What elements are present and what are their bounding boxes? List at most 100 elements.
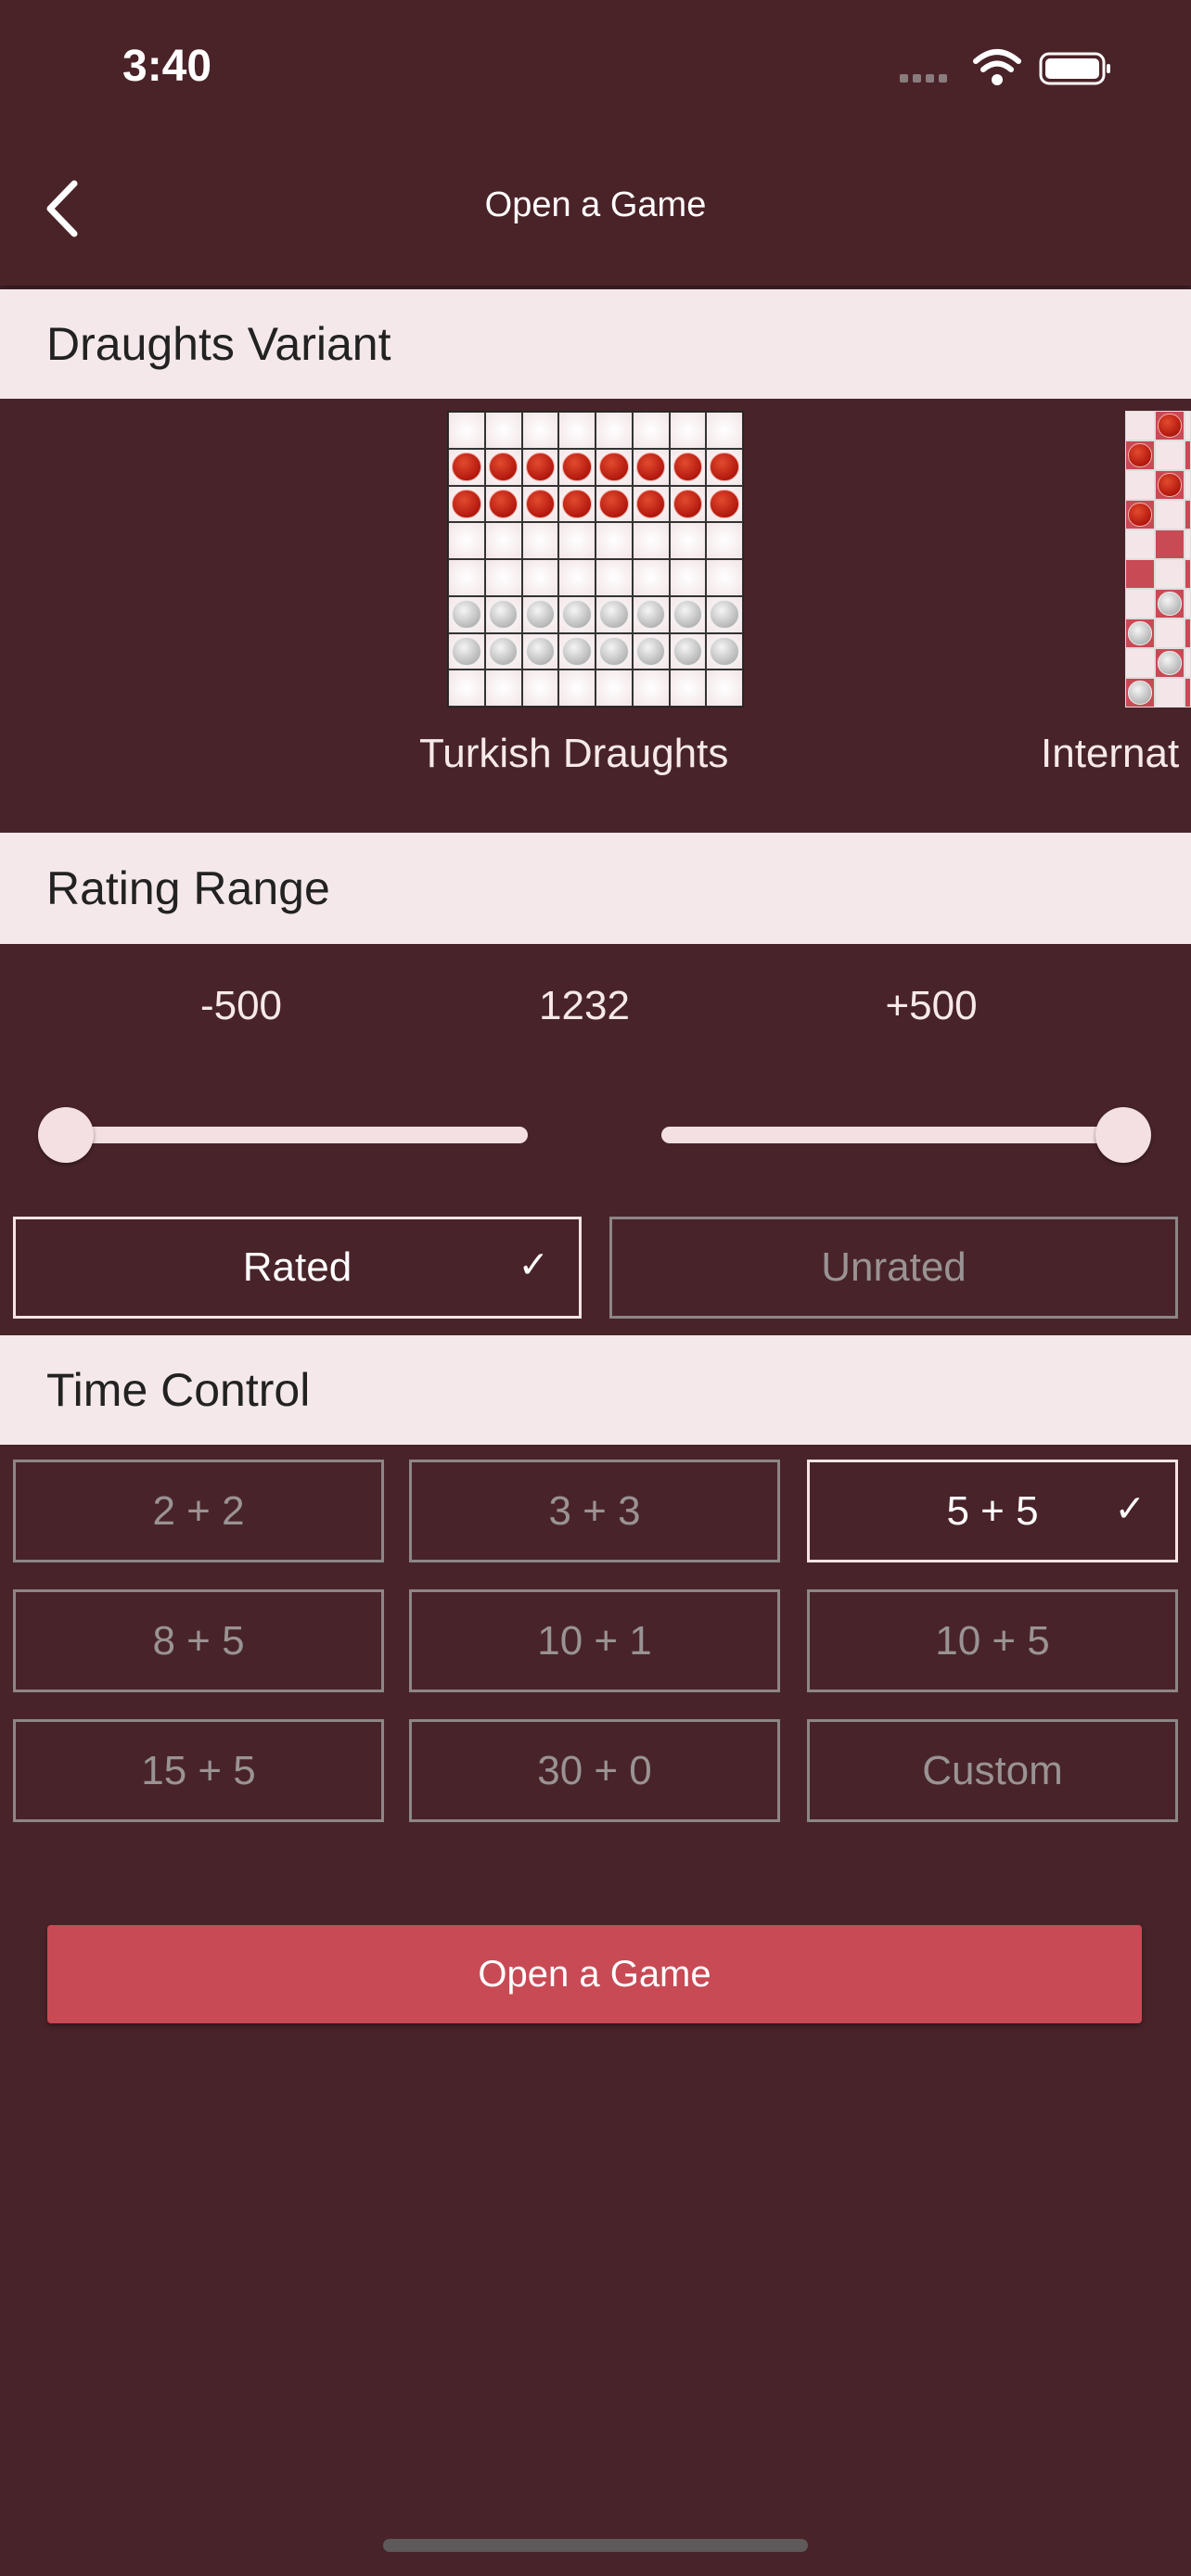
red-piece — [452, 452, 481, 482]
time-option-label: 3 + 3 — [548, 1487, 641, 1534]
white-piece — [562, 636, 592, 667]
time-option[interactable]: 10 + 1 — [409, 1589, 780, 1692]
board-square — [596, 485, 633, 523]
white-piece — [710, 599, 739, 630]
rating-min-label: -500 — [199, 983, 283, 1028]
check-icon: ✓ — [518, 1244, 549, 1286]
board-square — [484, 670, 522, 707]
board-square — [484, 632, 522, 670]
board-square — [1185, 500, 1191, 529]
board-square — [448, 448, 485, 486]
time-option[interactable]: 3 + 3 — [409, 1460, 780, 1562]
board-square — [1125, 648, 1155, 678]
time-option-label: 15 + 5 — [141, 1747, 256, 1793]
board-square — [558, 595, 596, 633]
international-draughts-board[interactable] — [1125, 411, 1191, 708]
home-indicator[interactable] — [383, 2539, 808, 2552]
board-square — [448, 595, 485, 633]
min-rating-slider-track[interactable] — [66, 1127, 528, 1143]
board-square — [1125, 470, 1155, 500]
board-square — [484, 595, 522, 633]
board-square — [706, 448, 743, 486]
section-header-rating: Rating Range — [0, 833, 1191, 944]
board-square — [1185, 529, 1191, 559]
white-piece — [1128, 681, 1152, 705]
board-square — [596, 595, 633, 633]
board-square — [1185, 678, 1191, 708]
red-piece — [488, 452, 519, 482]
board-square — [558, 559, 596, 596]
time-option-label: 5 + 5 — [946, 1487, 1039, 1534]
board-square — [448, 559, 485, 596]
board-square — [706, 670, 743, 707]
board-square — [632, 632, 670, 670]
board-square — [632, 595, 670, 633]
red-piece — [635, 489, 666, 519]
time-option[interactable]: 5 + 5 ✓ — [807, 1460, 1178, 1562]
white-piece — [488, 636, 519, 667]
max-rating-slider-thumb[interactable] — [1095, 1107, 1151, 1163]
min-rating-slider-thumb[interactable] — [38, 1107, 94, 1163]
time-option-label: 30 + 0 — [537, 1747, 652, 1793]
time-option[interactable]: 10 + 5 — [807, 1589, 1178, 1692]
board-square — [669, 595, 707, 633]
red-piece — [1128, 503, 1152, 527]
red-piece — [525, 452, 556, 482]
board-square — [1155, 678, 1185, 708]
board-square — [1125, 440, 1155, 470]
red-piece — [1158, 473, 1182, 497]
board-square — [1125, 678, 1155, 708]
variant-label-international[interactable]: Internat — [1041, 731, 1179, 777]
rated-label: Rated — [242, 1244, 352, 1290]
status-time: 3:40 — [122, 42, 212, 91]
variant-label-turkish[interactable]: Turkish Draughts — [419, 731, 728, 777]
board-square — [521, 595, 559, 633]
white-piece — [599, 636, 629, 667]
board-square — [1155, 559, 1185, 589]
white-piece — [599, 599, 629, 630]
unrated-label: Unrated — [821, 1244, 967, 1290]
board-square — [596, 448, 633, 486]
open-game-button[interactable]: Open a Game — [47, 1925, 1142, 2023]
board-square — [448, 670, 485, 707]
time-option[interactable]: 2 + 2 — [13, 1460, 384, 1562]
white-piece — [672, 636, 703, 667]
max-rating-slider-track[interactable] — [661, 1127, 1123, 1143]
signal-icon — [900, 74, 947, 83]
time-option-label: 10 + 5 — [935, 1617, 1050, 1664]
rating-current: 1232 — [539, 983, 630, 1028]
board-square — [521, 632, 559, 670]
board-square — [1125, 529, 1155, 559]
board-square — [558, 670, 596, 707]
board-square — [1185, 648, 1191, 678]
red-piece — [452, 489, 481, 519]
time-option[interactable]: 15 + 5 — [13, 1719, 384, 1822]
unrated-option[interactable]: Unrated — [609, 1217, 1178, 1319]
time-option-label: 2 + 2 — [152, 1487, 245, 1534]
board-square — [1185, 589, 1191, 618]
time-option[interactable]: 30 + 0 — [409, 1719, 780, 1822]
white-piece — [452, 636, 481, 667]
red-piece — [635, 452, 666, 482]
white-piece — [1158, 651, 1182, 675]
board-square — [1155, 500, 1185, 529]
rated-option[interactable]: Rated ✓ — [13, 1217, 582, 1319]
red-piece — [562, 452, 592, 482]
white-piece — [525, 599, 556, 630]
board-square — [484, 448, 522, 486]
time-option-label: 8 + 5 — [152, 1617, 245, 1664]
time-option[interactable]: 8 + 5 — [13, 1589, 384, 1692]
board-square — [1155, 529, 1185, 559]
white-piece — [562, 599, 592, 630]
board-square — [1125, 500, 1155, 529]
page-title: Open a Game — [484, 185, 707, 224]
board-square — [632, 412, 670, 449]
board-square — [521, 559, 559, 596]
board-square — [558, 412, 596, 449]
board-square — [596, 559, 633, 596]
board-square — [1155, 470, 1185, 500]
board-square — [484, 522, 522, 559]
turkish-draughts-board[interactable] — [447, 411, 744, 708]
board-square — [1155, 440, 1185, 470]
time-option[interactable]: Custom — [807, 1719, 1178, 1822]
